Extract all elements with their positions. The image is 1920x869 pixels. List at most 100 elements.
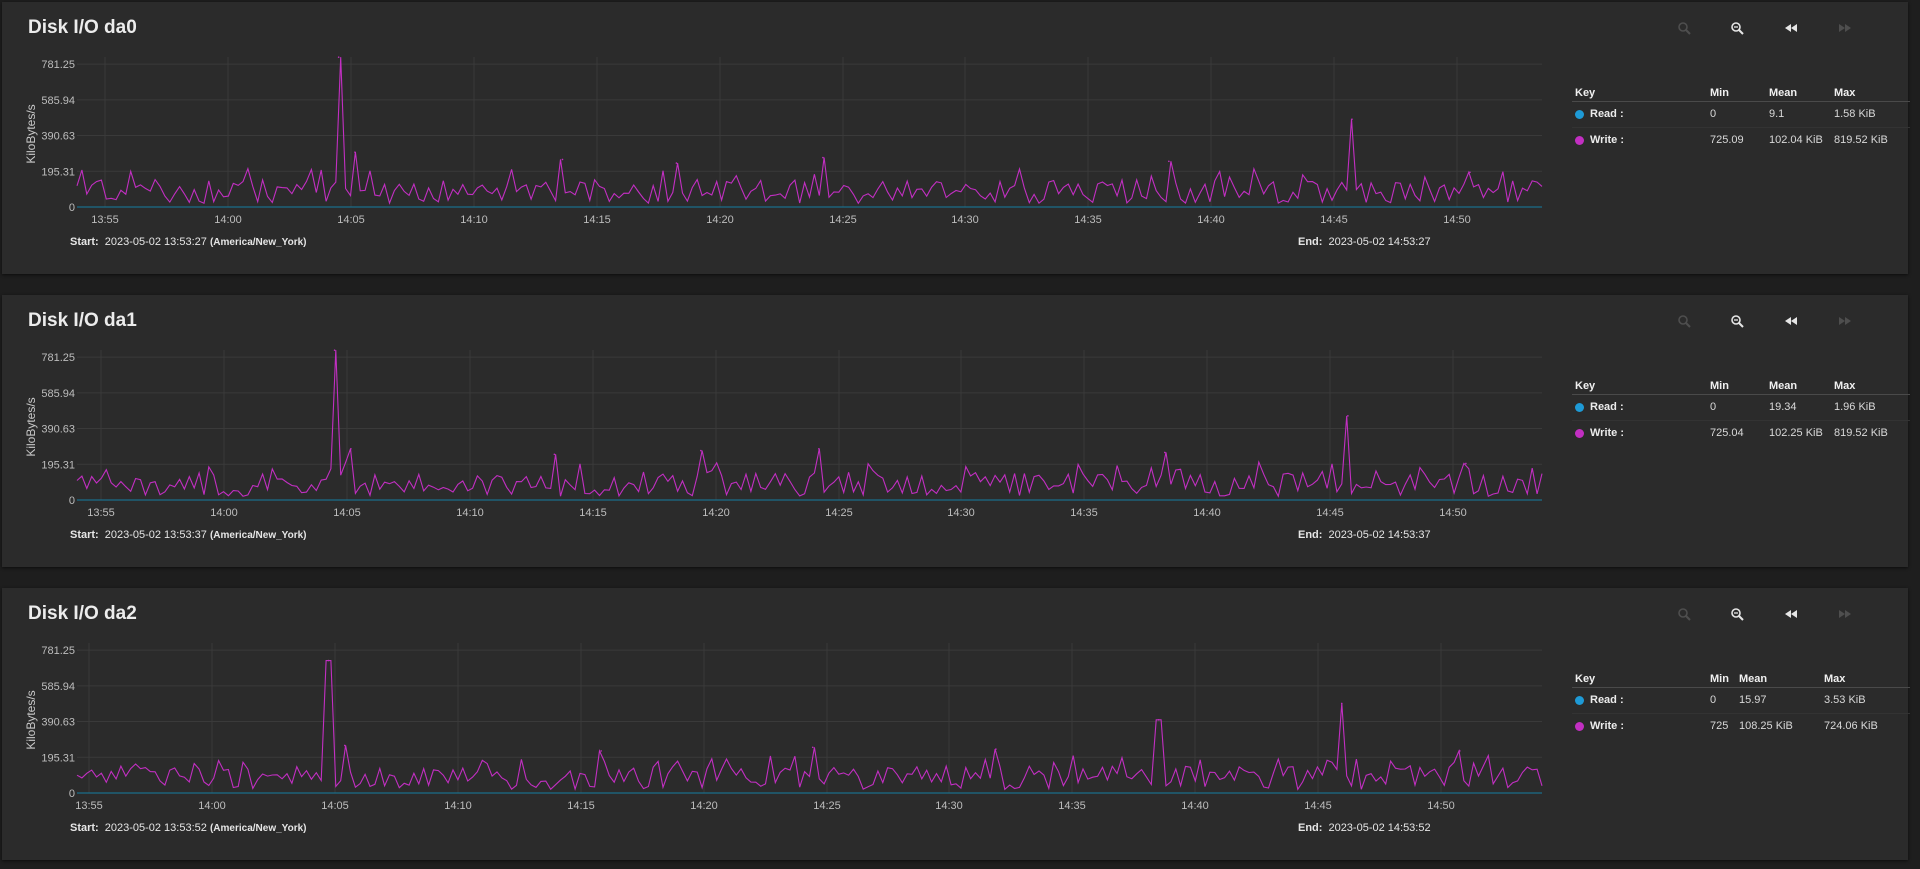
y-axis-label: KiloBytes/s (24, 104, 38, 163)
legend-row[interactable]: Write : 725.04 102.25 KiB 819.52 KiB (1572, 421, 1910, 446)
legend-header: Key Min Mean Max (1572, 85, 1910, 102)
x-tick-label: 14:00 (214, 214, 242, 226)
end-label: End: (1298, 529, 1323, 541)
search-button[interactable] (1672, 309, 1696, 333)
search-button[interactable] (1672, 16, 1696, 40)
legend-row[interactable]: Read : 0 15.97 3.53 KiB (1572, 688, 1910, 714)
legend-row[interactable]: Read : 0 19.34 1.96 KiB (1572, 395, 1910, 421)
line-chart[interactable]: 0 195.31 390.63 585.94 781.25 13:55 14:00 14:05… (2, 2, 1562, 274)
start-timezone: (America/New_York) (209, 237, 307, 248)
y-tick-label: 781.25 (41, 59, 75, 71)
legend-series-name: Read : (1590, 694, 1624, 706)
start-value: 2023-05-02 13:53:27 (104, 236, 207, 248)
series-color-dot (1575, 429, 1584, 438)
write-peak-point (1340, 702, 1343, 705)
legend-table: Key Min Mean Max Read : 0 19.34 1.96 KiB Write :… (1572, 378, 1910, 446)
x-tick-label: 14:50 (1439, 507, 1467, 519)
write-peak-point (1168, 160, 1170, 163)
start-range: Start: 2023-05-02 13:53:52 (America/New_Y… (70, 822, 306, 834)
legend-max-value: 1.96 KiB (1834, 401, 1876, 413)
x-tick-label: 14:10 (444, 800, 472, 812)
legend-row[interactable]: Read : 0 9.1 1.58 KiB (1572, 102, 1910, 128)
x-tick-label: 14:05 (321, 800, 349, 812)
x-tick-label: 14:25 (829, 214, 857, 226)
y-tick-label: 781.25 (41, 645, 75, 657)
x-tick-label: 14:20 (706, 214, 734, 226)
legend-header-max: Max (1834, 380, 1856, 392)
x-tick-label: 14:00 (198, 800, 226, 812)
y-tick-label: 585.94 (41, 95, 75, 107)
legend-mean-value: 108.25 KiB (1739, 720, 1793, 732)
legend-series-name: Write : (1590, 427, 1625, 439)
legend-max-value: 819.52 KiB (1834, 134, 1888, 146)
x-tick-label: 14:40 (1193, 507, 1221, 519)
rewind-button[interactable] (1779, 16, 1803, 40)
rewind-button[interactable] (1779, 309, 1803, 333)
start-range: Start: 2023-05-02 13:53:37 (America/New_Y… (70, 529, 306, 541)
write-peak-point (600, 750, 602, 752)
forward-button[interactable] (1833, 309, 1857, 333)
write-peak-point (1458, 750, 1461, 752)
legend-header-mean: Mean (1769, 87, 1798, 99)
legend-header-mean: Mean (1739, 673, 1768, 685)
y-tick-label: 390.63 (41, 717, 75, 729)
legend-mean-value: 19.34 (1769, 401, 1797, 413)
start-label: Start: (70, 529, 99, 541)
write-peak-point (1351, 118, 1353, 120)
forward-button[interactable] (1833, 602, 1857, 626)
x-tick-label: 14:10 (460, 214, 488, 226)
write-peak-point (1163, 451, 1166, 454)
x-tick-label: 14:30 (947, 507, 975, 519)
start-label: Start: (70, 236, 99, 248)
end-value: 2023-05-02 14:53:37 (1328, 529, 1431, 541)
line-chart[interactable]: 0 195.31 390.63 585.94 781.25 13:55 14:00 14:05… (2, 588, 1562, 860)
legend-mean-value: 102.25 KiB (1769, 427, 1823, 439)
x-tick-label: 14:15 (579, 507, 607, 519)
chart-card: Disk I/O da0 0 195.31 390.63 585.94 781.25 13:… (2, 2, 1910, 274)
zoom-in-icon (1731, 608, 1744, 621)
write-peak-point (354, 151, 356, 153)
legend-header-key: Key (1575, 87, 1596, 99)
forward-icon (1839, 24, 1851, 32)
legend-max-value: 819.52 KiB (1834, 427, 1888, 439)
zoom-in-button[interactable] (1725, 602, 1749, 626)
legend-mean-value: 9.1 (1769, 108, 1785, 120)
start-timezone: (America/New_York) (209, 823, 307, 834)
end-label: End: (1298, 236, 1323, 248)
x-tick-label: 14:15 (567, 800, 595, 812)
zoom-in-button[interactable] (1725, 309, 1749, 333)
y-tick-label: 0 (69, 202, 75, 214)
write-peak-point (1465, 462, 1467, 465)
x-tick-label: 14:25 (825, 507, 853, 519)
write-peak-point (553, 453, 556, 456)
legend-min-value: 725.04 (1710, 427, 1744, 439)
write-peak-point (1157, 719, 1160, 721)
legend-table: Key Min Mean Max Read : 0 15.97 3.53 KiB Write :… (1572, 671, 1910, 739)
write-peak-point (1469, 171, 1471, 174)
forward-icon (1839, 317, 1851, 325)
search-button[interactable] (1672, 602, 1696, 626)
search-icon (1678, 608, 1691, 621)
line-chart[interactable]: 0 195.31 390.63 585.94 781.25 13:55 14:00 14:05… (2, 295, 1562, 567)
rewind-icon (1785, 24, 1797, 32)
rewind-button[interactable] (1779, 602, 1803, 626)
end-value: 2023-05-02 14:53:27 (1328, 236, 1431, 248)
y-tick-label: 195.31 (41, 459, 75, 471)
forward-button[interactable] (1833, 16, 1857, 40)
start-value: 2023-05-02 13:53:52 (104, 822, 207, 834)
write-peak-point (1347, 415, 1349, 417)
legend-series-name: Write : (1590, 134, 1625, 146)
write-peak-point (700, 449, 702, 452)
zoom-in-button[interactable] (1725, 16, 1749, 40)
series-color-dot (1575, 722, 1584, 731)
x-tick-label: 14:05 (337, 214, 365, 226)
legend-row[interactable]: Write : 725.09 102.04 KiB 819.52 KiB (1572, 128, 1910, 153)
series-line-write (76, 350, 1543, 498)
legend-series-name: Read : (1590, 401, 1624, 413)
zoom-in-icon (1731, 22, 1744, 35)
legend-row[interactable]: Write : 725 108.25 KiB 724.06 KiB (1572, 714, 1910, 739)
legend-header-key: Key (1575, 380, 1596, 392)
y-tick-label: 781.25 (41, 352, 75, 364)
legend-header-key: Key (1575, 673, 1596, 685)
legend-series-name: Write : (1590, 720, 1625, 732)
